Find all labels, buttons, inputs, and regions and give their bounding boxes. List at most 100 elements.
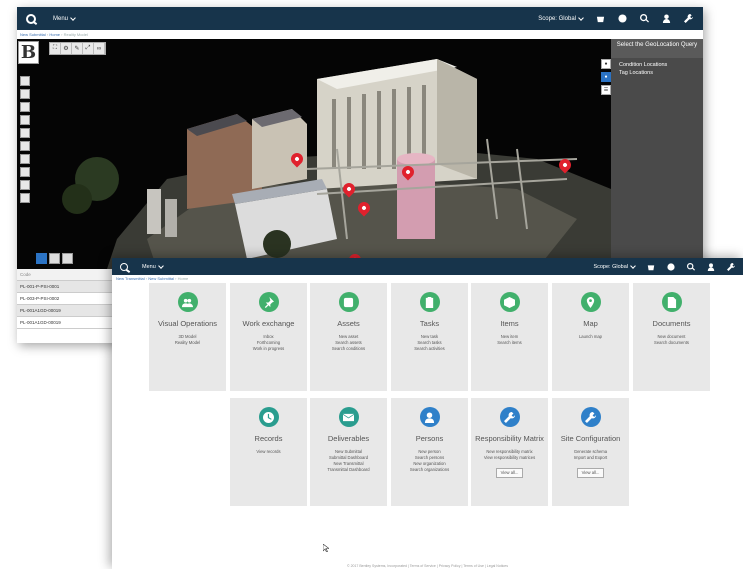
- wrench-icon[interactable]: [684, 14, 693, 23]
- walk-tool-icon[interactable]: [20, 141, 30, 151]
- tile-title: Visual Operations: [157, 319, 218, 328]
- tile-link[interactable]: Search documents: [633, 340, 710, 346]
- pan-tool-icon[interactable]: [20, 115, 30, 125]
- menu-button[interactable]: Menu: [53, 14, 76, 22]
- tile-link[interactable]: Reality Model: [149, 340, 226, 346]
- view-all-button[interactable]: View all...: [577, 468, 604, 478]
- tile-link[interactable]: View responsibility matrices: [471, 455, 548, 461]
- view-all-button[interactable]: View all...: [496, 468, 523, 478]
- chevron-down-icon: [157, 262, 164, 269]
- breadcrumb: New Transmittal › New Submittal › Home: [116, 276, 189, 281]
- panel-tab-list-icon[interactable]: ☰: [601, 85, 611, 95]
- menu-label: Menu: [142, 263, 156, 270]
- help-icon[interactable]: [618, 14, 627, 23]
- select-tool-icon[interactable]: [20, 76, 30, 86]
- tile-link[interactable]: Import and Export: [552, 455, 629, 461]
- search-icon[interactable]: [686, 262, 695, 271]
- table-row[interactable]: PL-003-P-PSI-0002: [17, 293, 112, 305]
- app-logo-icon[interactable]: [120, 262, 128, 271]
- tile-links: New asset Search assets Search condition…: [310, 334, 387, 352]
- tile-link[interactable]: Search conditions: [310, 346, 387, 352]
- zoom-tool-icon[interactable]: [20, 128, 30, 138]
- tile-link[interactable]: View records: [230, 449, 307, 455]
- tile-link[interactable]: Search items: [471, 340, 548, 346]
- panel-item-tag-locations[interactable]: Tag Locations: [611, 70, 703, 76]
- wrench-icon[interactable]: [726, 262, 735, 271]
- tile-links: New person Search persons New organizati…: [391, 449, 468, 473]
- tile-site-configuration[interactable]: Site Configuration Generate schema Impor…: [552, 398, 629, 506]
- view-tab-list-icon[interactable]: [49, 253, 60, 264]
- breadcrumb-item[interactable]: New Submittal: [20, 32, 46, 37]
- mouse-cursor-icon: [323, 544, 329, 552]
- view-tab-photo-icon[interactable]: [62, 253, 73, 264]
- menu-button[interactable]: Menu: [142, 262, 164, 270]
- table-row[interactable]: PL-001A1GD-00019: [17, 305, 112, 317]
- panel-title: Select the GeoLocation Query: [611, 39, 703, 58]
- scope-label: Scope: Global: [538, 15, 576, 22]
- list-tool-icon[interactable]: [20, 193, 30, 203]
- basket-icon[interactable]: [646, 262, 655, 271]
- table-row[interactable]: PL-001-P-PSI-0001: [17, 281, 112, 293]
- tile-links: New responsibility matrix View responsib…: [471, 449, 548, 461]
- tile-title: Work exchange: [242, 319, 295, 328]
- camera-tool-icon[interactable]: [20, 154, 30, 164]
- fit-view-icon[interactable]: ⛶: [50, 43, 61, 54]
- binoculars-icon[interactable]: ∞: [94, 43, 105, 54]
- home-dashboard-window: Menu Scope: Global New Transmittal › New…: [112, 258, 743, 569]
- point-tool-icon[interactable]: [20, 89, 30, 99]
- wrench-icon: [580, 407, 601, 427]
- tile-link[interactable]: Search organizations: [391, 467, 468, 473]
- search-icon[interactable]: [640, 14, 649, 23]
- app-logo-icon[interactable]: [26, 13, 36, 24]
- clock-icon: [258, 407, 279, 427]
- help-icon[interactable]: [666, 262, 675, 271]
- tile-documents[interactable]: Documents New document Search documents: [633, 283, 710, 391]
- tile-link[interactable]: Transmittal Dashboard: [310, 467, 387, 473]
- expand-icon[interactable]: ⤢: [83, 43, 94, 54]
- panel-tab-location-icon[interactable]: ●: [601, 72, 611, 82]
- tile-deliverables[interactable]: Deliverables New Submittal Submittal Das…: [310, 398, 387, 506]
- panel-item-condition-locations[interactable]: Condition Locations: [611, 62, 703, 68]
- breadcrumb-item[interactable]: New Transmittal: [116, 276, 145, 281]
- measure-icon[interactable]: ✎: [72, 43, 83, 54]
- panel-tab-info-icon[interactable]: ●: [601, 59, 611, 69]
- tile-persons[interactable]: Persons New person Search persons New or…: [391, 398, 468, 506]
- tile-title: Deliverables: [327, 434, 370, 443]
- rotate-tool-icon[interactable]: [20, 102, 30, 112]
- tile-title: Tasks: [419, 319, 440, 328]
- tile-visual-operations[interactable]: Visual Operations 3D Model Reality Model: [149, 283, 226, 391]
- tile-title: Map: [583, 319, 598, 328]
- tile-link[interactable]: Search activities: [391, 346, 468, 352]
- tile-assets[interactable]: Assets New asset Search assets Search co…: [310, 283, 387, 391]
- tile-links: New document Search documents: [633, 334, 710, 346]
- table-row[interactable]: PL-001A1GD-00019: [17, 317, 112, 329]
- tile-map[interactable]: Map Launch map: [552, 283, 629, 391]
- tile-link[interactable]: Launch map: [552, 334, 629, 340]
- layers-tool-icon[interactable]: [20, 180, 30, 190]
- scope-selector[interactable]: Scope: Global: [593, 262, 636, 270]
- people-tool-icon[interactable]: [20, 167, 30, 177]
- clipboard-icon: [419, 292, 440, 312]
- 3d-viewport[interactable]: B ⛶ ⚙ ✎ ⤢ ∞: [17, 39, 611, 269]
- scope-selector[interactable]: Scope: Global: [538, 14, 584, 22]
- breadcrumb: New Submittal › Home › Reality Model: [17, 30, 703, 39]
- tile-items[interactable]: Items New item Search items: [471, 283, 548, 391]
- user-icon[interactable]: [662, 14, 671, 23]
- view-tab-3d-icon[interactable]: [36, 253, 47, 264]
- tile-link[interactable]: Work in progress: [230, 346, 307, 352]
- breadcrumb-item[interactable]: Home: [49, 32, 60, 37]
- tile-links: New item Search items: [471, 334, 548, 346]
- tile-work-exchange[interactable]: Work exchange Inbox Forthcoming Work in …: [230, 283, 307, 391]
- tile-links: New Submittal Submittal Dashboard New Tr…: [310, 449, 387, 473]
- breadcrumb-item[interactable]: New Submittal: [148, 276, 174, 281]
- tile-records[interactable]: Records View records: [230, 398, 307, 506]
- tile-tasks[interactable]: Tasks New task Search tasks Search activ…: [391, 283, 468, 391]
- basket-icon[interactable]: [596, 14, 605, 23]
- tile-links: Launch map: [552, 334, 629, 340]
- user-icon[interactable]: [706, 262, 715, 271]
- scope-label: Scope: Global: [593, 263, 628, 270]
- settings-icon[interactable]: ⚙: [61, 43, 72, 54]
- chevron-down-icon: [630, 262, 636, 269]
- tile-responsibility-matrix[interactable]: Responsibility Matrix New responsibility…: [471, 398, 548, 506]
- b-logo-icon: B: [18, 41, 39, 64]
